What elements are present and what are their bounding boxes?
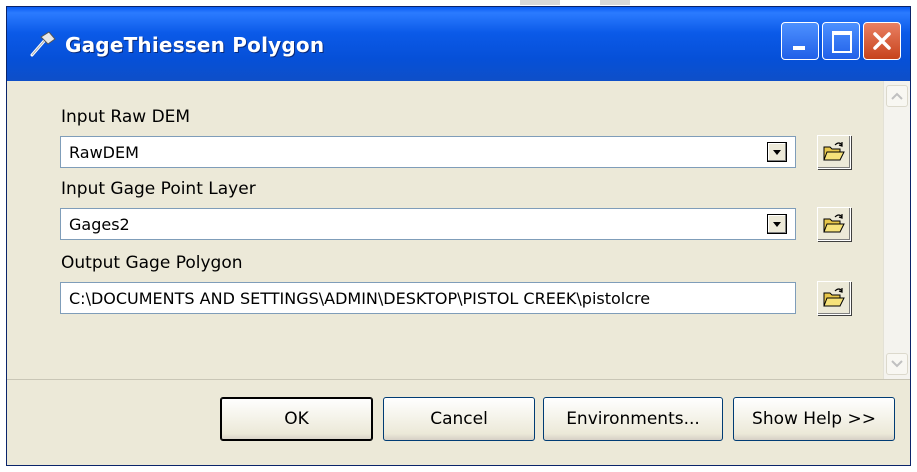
button-area-divider [7,379,910,380]
chevron-up-icon [891,92,903,100]
show-help-button[interactable]: Show Help >> [733,397,895,441]
chevron-down-icon[interactable] [767,142,787,162]
output-gage-polygon-input[interactable]: C:\DOCUMENTS AND SETTINGS\ADMIN\DESKTOP\… [60,282,796,314]
output-gage-polygon-value: C:\DOCUMENTS AND SETTINGS\ADMIN\DESKTOP\… [69,289,651,308]
scroll-up-button[interactable] [886,85,908,107]
output-gage-polygon-label: Output Gage Polygon [61,253,243,273]
close-button[interactable] [863,22,901,60]
background-fragment [520,0,560,5]
chevron-down-icon[interactable] [767,214,787,234]
cancel-button[interactable]: Cancel [383,397,535,441]
minimize-button[interactable] [781,22,819,60]
vertical-scrollbar[interactable] [883,81,910,379]
gage-point-layer-label: Input Gage Point Layer [61,179,256,199]
tool-dialog: GageThiessen Polygon Input Raw DEM RawDE… [6,6,911,466]
close-icon [873,32,891,50]
gage-point-layer-combobox[interactable]: Gages2 [60,208,796,240]
gage-point-layer-browse-button[interactable] [817,207,851,241]
parameters-panel: Input Raw DEM RawDEM Input Gage Point La… [7,81,883,379]
open-folder-icon [823,288,845,307]
ok-button[interactable]: OK [220,397,373,441]
scroll-down-button[interactable] [886,353,908,375]
output-gage-polygon-browse-button[interactable] [817,281,851,315]
environments-button[interactable]: Environments... [543,397,723,441]
title-bar[interactable]: GageThiessen Polygon [7,7,910,82]
hammer-icon [29,31,57,57]
chevron-down-icon [891,360,903,368]
raw-dem-browse-button[interactable] [817,135,851,169]
maximize-button[interactable] [822,22,860,60]
background-fragment [600,0,630,5]
raw-dem-combobox[interactable]: RawDEM [60,136,796,168]
open-folder-icon [823,142,845,161]
raw-dem-label: Input Raw DEM [61,107,191,127]
gage-point-layer-value: Gages2 [69,215,130,234]
open-folder-icon [823,214,845,233]
raw-dem-value: RawDEM [69,143,139,162]
window-title: GageThiessen Polygon [65,33,325,57]
